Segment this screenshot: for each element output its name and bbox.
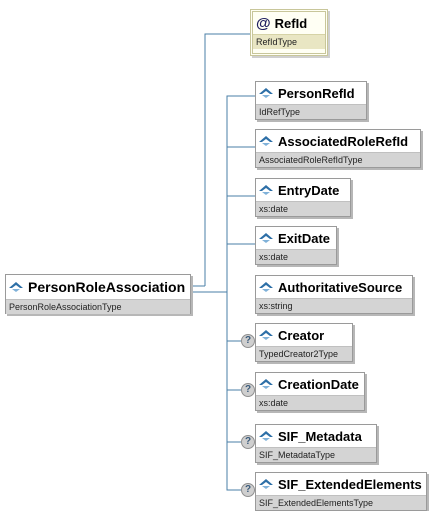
element-icon [259, 330, 273, 340]
element-icon [259, 431, 273, 441]
element-name: ExitDate [278, 230, 331, 246]
element-creator-box[interactable]: Creator TypedCreator2Type [255, 323, 353, 362]
question-icon: ? [241, 383, 255, 397]
question-icon: ? [241, 435, 255, 449]
element-type: xs:date [256, 395, 364, 410]
element-icon [259, 479, 273, 489]
element-name: AssociatedRoleRefId [278, 133, 409, 149]
attribute-refid-box[interactable]: @ RefId RefIdType [250, 9, 328, 56]
element-sif-extendedelements-box[interactable]: SIF_ExtendedElements SIF_ExtendedElement… [255, 472, 427, 511]
attribute-header: @ RefId [253, 12, 325, 34]
element-name: EntryDate [278, 182, 340, 198]
root-element-box[interactable]: PersonRoleAssociation PersonRoleAssociat… [5, 274, 191, 314]
element-name: Creator [278, 327, 325, 343]
element-type: xs:date [256, 249, 336, 264]
element-name: CreationDate [278, 376, 359, 392]
element-sif-metadata-box[interactable]: SIF_Metadata SIF_MetadataType [255, 424, 377, 463]
element-name: AuthoritativeSource [278, 279, 403, 295]
element-type: SIF_MetadataType [256, 447, 376, 462]
element-associatedrolerefid-box[interactable]: AssociatedRoleRefId AssociatedRoleRefIdT… [255, 129, 421, 168]
element-type: SIF_ExtendedElementsType [256, 495, 426, 510]
question-icon: ? [241, 483, 255, 497]
element-personrefid-box[interactable]: PersonRefId IdRefType [255, 81, 367, 120]
attribute-name: RefId [274, 15, 308, 31]
element-type: xs:date [256, 201, 350, 216]
element-icon [259, 379, 273, 389]
root-element-name: PersonRoleAssociation [28, 279, 186, 295]
at-sign-icon: @ [256, 14, 271, 32]
attribute-type: RefIdType [253, 34, 325, 49]
element-type: AssociatedRoleRefIdType [256, 152, 420, 167]
element-icon [259, 136, 273, 146]
element-creationdate-box[interactable]: CreationDate xs:date [255, 372, 365, 411]
element-authoritativesource-box[interactable]: AuthoritativeSource xs:string [255, 275, 413, 314]
root-element-header: PersonRoleAssociation [6, 275, 190, 299]
element-type: IdRefType [256, 104, 366, 119]
element-name: SIF_Metadata [278, 428, 362, 444]
element-icon [259, 185, 273, 195]
question-icon: ? [241, 334, 255, 348]
element-type: TypedCreator2Type [256, 346, 352, 361]
element-exitdate-box[interactable]: ExitDate xs:date [255, 226, 337, 265]
root-element-type: PersonRoleAssociationType [6, 299, 190, 314]
element-icon [9, 282, 23, 292]
element-icon [259, 282, 273, 292]
element-icon [259, 88, 273, 98]
element-name: SIF_ExtendedElements [278, 476, 422, 492]
element-entrydate-box[interactable]: EntryDate xs:date [255, 178, 351, 217]
element-icon [259, 233, 273, 243]
element-name: PersonRefId [278, 85, 355, 101]
element-type: xs:string [256, 298, 412, 313]
